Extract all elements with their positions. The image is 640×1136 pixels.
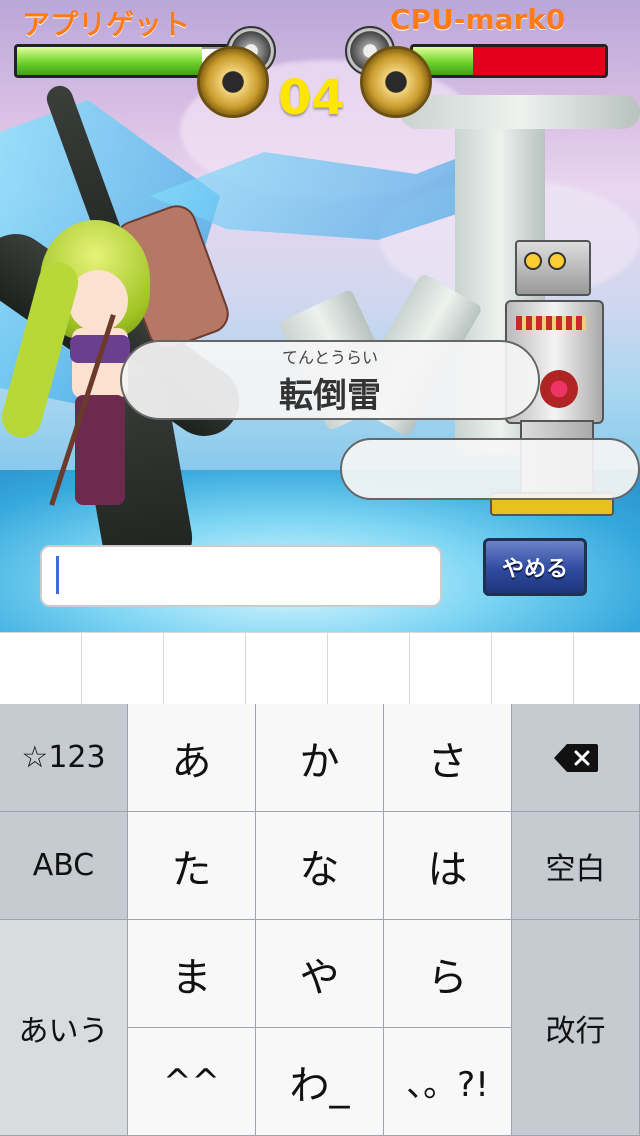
candidate-slot[interactable] (0, 633, 82, 705)
robot-panel (516, 316, 586, 330)
game-scene: アプリゲット CPU-mark0 04 てんとうらい 転倒雷 やめる (0, 0, 640, 632)
candidate-slot[interactable] (82, 633, 164, 705)
key-sa[interactable]: さ (384, 704, 512, 812)
gear-icon (360, 46, 432, 118)
candidate-slot[interactable] (410, 633, 492, 705)
backspace-key[interactable] (512, 704, 640, 812)
space-key[interactable]: 空白 (512, 812, 640, 920)
player-name: アプリゲット (22, 8, 191, 41)
prompt-word: 転倒雷 (279, 376, 381, 416)
kana-mode-key[interactable]: あいう (0, 920, 128, 1136)
gear-icon (197, 46, 269, 118)
japanese-keyboard: ☆123 あ か さ ABC た な は 空白 あいう ま や ら 改行 ^^ … (0, 704, 640, 1136)
quit-button[interactable]: やめる (483, 538, 587, 596)
abc-mode-key[interactable]: ABC (0, 812, 128, 920)
robot-eye (548, 252, 566, 270)
key-ra[interactable]: ら (384, 920, 512, 1028)
answer-input[interactable] (40, 545, 442, 607)
key-ka[interactable]: か (256, 704, 384, 812)
numbers-mode-key[interactable]: ☆123 (0, 704, 128, 812)
answer-bubble (340, 438, 640, 500)
cpu-hp-damage (472, 47, 605, 75)
candidate-slot[interactable] (328, 633, 410, 705)
key-ya[interactable]: や (256, 920, 384, 1028)
key-ma[interactable]: ま (128, 920, 256, 1028)
enter-key[interactable]: 改行 (512, 920, 640, 1136)
cpu-name: CPU-mark0 (390, 3, 566, 36)
text-caret (56, 556, 59, 594)
countdown-timer: 04 (278, 70, 345, 126)
key-kaomoji[interactable]: ^^ (128, 1028, 256, 1136)
robot-gear (540, 370, 578, 408)
backspace-icon (553, 743, 598, 772)
robot-eye (524, 252, 542, 270)
conversion-candidate-bar (0, 632, 640, 705)
key-ha[interactable]: は (384, 812, 512, 920)
candidate-slot[interactable] (492, 633, 574, 705)
key-ta[interactable]: た (128, 812, 256, 920)
prompt-bubble: てんとうらい 転倒雷 (120, 340, 540, 420)
candidate-slot[interactable] (164, 633, 246, 705)
key-wa[interactable]: わ_ (256, 1028, 384, 1136)
candidate-slot[interactable] (246, 633, 328, 705)
key-a[interactable]: あ (128, 704, 256, 812)
stone-arch (400, 95, 640, 129)
key-na[interactable]: な (256, 812, 384, 920)
candidate-slot[interactable] (574, 633, 640, 705)
prompt-reading: てんとうらい (281, 348, 378, 367)
player-hp-fill (17, 47, 202, 75)
key-punctuation[interactable]: 、。?! (384, 1028, 512, 1136)
cpu-hp-bar (410, 44, 608, 78)
